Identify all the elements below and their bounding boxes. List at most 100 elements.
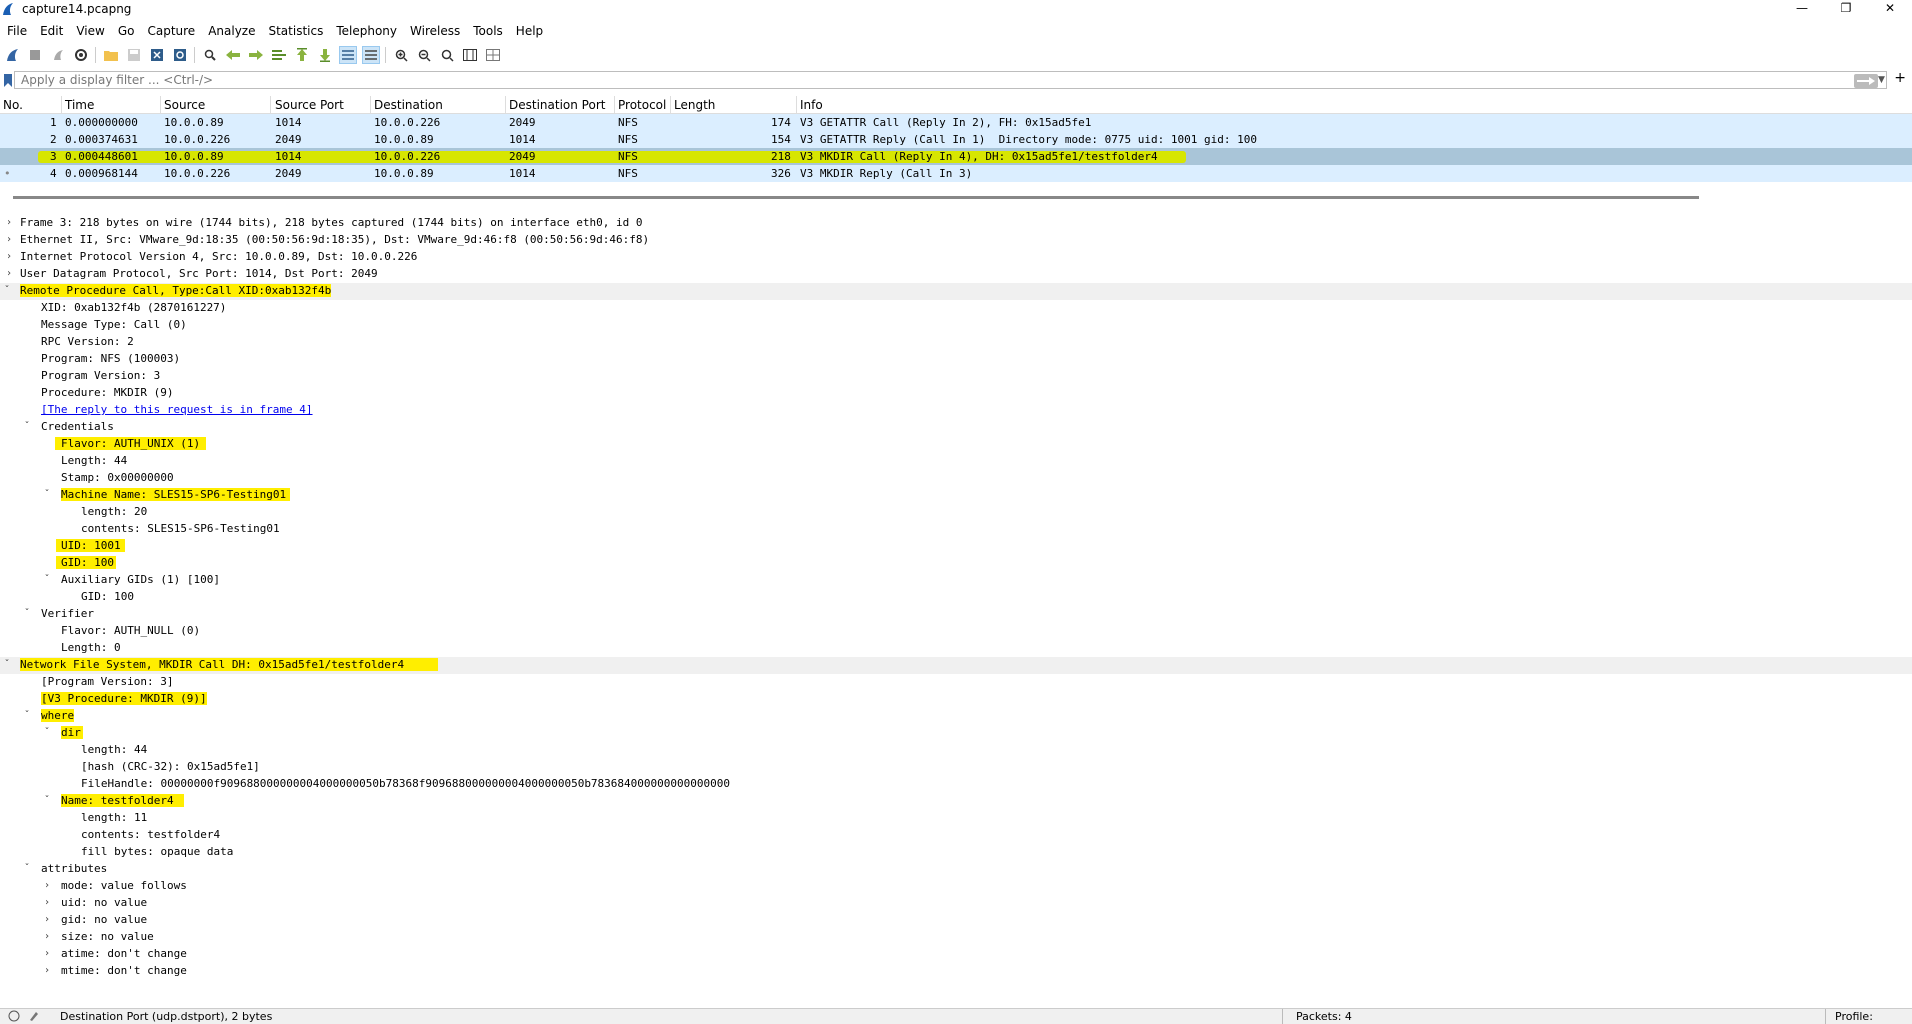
- column-no[interactable]: No.: [3, 98, 23, 112]
- tree-item[interactable]: length: 11: [0, 810, 1912, 827]
- tree-item-udp[interactable]: › User Datagram Protocol, Src Port: 1014,…: [0, 266, 1912, 283]
- tree-item-machine-name[interactable]: ˇ Machine Name: SLES15-SP6-Testing01: [0, 487, 1912, 504]
- tree-item-name[interactable]: ˇ Name: testfolder4: [0, 793, 1912, 810]
- column-protocol[interactable]: Protocol: [618, 98, 666, 112]
- tree-item[interactable]: UID: 1001: [0, 538, 1912, 555]
- menu-capture[interactable]: Capture: [140, 24, 201, 38]
- tree-item[interactable]: › mtime: don't change: [0, 963, 1912, 980]
- chevron-right-icon[interactable]: ›: [6, 217, 16, 228]
- menu-tools[interactable]: Tools: [466, 24, 509, 38]
- zoom-in-icon[interactable]: [392, 46, 410, 64]
- chevron-right-icon[interactable]: ›: [44, 965, 54, 976]
- tree-item[interactable]: [V3 Procedure: MKDIR (9)]: [0, 691, 1912, 708]
- first-icon[interactable]: [293, 46, 311, 64]
- tree-item-nfs[interactable]: ˇ Network File System, MKDIR Call DH: 0x1…: [0, 657, 1912, 674]
- tree-item[interactable]: XID: 0xab132f4b (2870161227): [0, 300, 1912, 317]
- chevron-right-icon[interactable]: ›: [6, 251, 16, 262]
- zoom-normal-icon[interactable]: [438, 46, 456, 64]
- close-icon[interactable]: ✕: [1868, 0, 1912, 16]
- restart-icon[interactable]: [49, 46, 67, 64]
- tree-item-frame[interactable]: › Frame 3: 218 bytes on wire (1744 bits),…: [0, 215, 1912, 232]
- tree-item[interactable]: Length: 0: [0, 640, 1912, 657]
- status-profile[interactable]: Profile: Default: [1835, 1010, 1912, 1024]
- last-icon[interactable]: [316, 46, 334, 64]
- tree-item[interactable]: fill bytes: opaque data: [0, 844, 1912, 861]
- tree-item-aux-gids[interactable]: ˇ Auxiliary GIDs (1) [100]: [0, 572, 1912, 589]
- chevron-down-icon[interactable]: ▼: [1878, 75, 1886, 85]
- find-icon[interactable]: [201, 46, 219, 64]
- tree-item-dir[interactable]: ˇ dir: [0, 725, 1912, 742]
- tree-item-reply-link[interactable]: [The reply to this request is in frame 4…: [0, 402, 1912, 419]
- chevron-down-icon[interactable]: ˇ: [4, 659, 14, 670]
- tree-item[interactable]: Flavor: AUTH_NULL (0): [0, 623, 1912, 640]
- chevron-down-icon[interactable]: ˇ: [4, 285, 14, 296]
- tree-item[interactable]: [Program Version: 3]: [0, 674, 1912, 691]
- column-info[interactable]: Info: [800, 98, 823, 112]
- tree-item[interactable]: Program: NFS (100003): [0, 351, 1912, 368]
- save-icon[interactable]: [125, 46, 143, 64]
- chevron-down-icon[interactable]: ˇ: [44, 727, 54, 738]
- tree-item[interactable]: › mode: value follows: [0, 878, 1912, 895]
- tree-item-attributes[interactable]: ˇ attributes: [0, 861, 1912, 878]
- packet-list-scrollbar[interactable]: [13, 196, 1699, 199]
- packet-row[interactable]: 2 0.000374631 10.0.0.226 2049 10.0.0.89 …: [0, 131, 1912, 148]
- restore-icon[interactable]: ❐: [1824, 0, 1868, 16]
- tree-item[interactable]: › gid: no value: [0, 912, 1912, 929]
- resize-columns-icon[interactable]: [461, 46, 479, 64]
- chevron-down-icon[interactable]: ˇ: [44, 574, 54, 585]
- stop-icon[interactable]: [26, 46, 44, 64]
- tree-item[interactable]: Procedure: MKDIR (9): [0, 385, 1912, 402]
- chevron-right-icon[interactable]: ›: [44, 897, 54, 908]
- packet-row[interactable]: 1 0.000000000 10.0.0.89 1014 10.0.0.226 …: [0, 114, 1912, 131]
- menu-analyze[interactable]: Analyze: [201, 24, 261, 38]
- edit-icon[interactable]: [28, 1010, 40, 1024]
- tree-item[interactable]: Program Version: 3: [0, 368, 1912, 385]
- chevron-right-icon[interactable]: ›: [44, 914, 54, 925]
- chevron-down-icon[interactable]: ˇ: [24, 421, 34, 432]
- tree-item[interactable]: Message Type: Call (0): [0, 317, 1912, 334]
- chevron-right-icon[interactable]: ›: [6, 234, 16, 245]
- bookmark-icon[interactable]: [2, 72, 14, 88]
- chevron-right-icon[interactable]: ›: [44, 931, 54, 942]
- tree-item[interactable]: › atime: don't change: [0, 946, 1912, 963]
- chevron-right-icon[interactable]: ›: [44, 948, 54, 959]
- menu-statistics[interactable]: Statistics: [261, 24, 329, 38]
- packet-row-selected[interactable]: 3 0.000448601 10.0.0.89 1014 10.0.0.226 …: [0, 148, 1912, 165]
- tree-item-where[interactable]: ˇ where: [0, 708, 1912, 725]
- menu-view[interactable]: View: [69, 24, 110, 38]
- chevron-down-icon[interactable]: ˇ: [24, 608, 34, 619]
- column-destination-port[interactable]: Destination Port: [509, 98, 605, 112]
- menu-file[interactable]: File: [0, 24, 33, 38]
- packet-row[interactable]: • 4 0.000968144 10.0.0.226 2049 10.0.0.8…: [0, 165, 1912, 182]
- tree-item[interactable]: › uid: no value: [0, 895, 1912, 912]
- reload-icon[interactable]: [171, 46, 189, 64]
- add-filter-button[interactable]: +: [1894, 70, 1906, 86]
- menu-edit[interactable]: Edit: [33, 24, 69, 38]
- open-icon[interactable]: [102, 46, 120, 64]
- colorize-icon[interactable]: [362, 46, 380, 64]
- chevron-down-icon[interactable]: ˇ: [24, 863, 34, 874]
- tree-item[interactable]: RPC Version: 2: [0, 334, 1912, 351]
- tree-item[interactable]: GID: 100: [0, 555, 1912, 572]
- chevron-down-icon[interactable]: ˇ: [44, 489, 54, 500]
- chevron-down-icon[interactable]: ˇ: [44, 795, 54, 806]
- display-filter-input[interactable]: Apply a display filter ... <Ctrl-/> ▼: [14, 71, 1887, 89]
- tree-item[interactable]: Flavor: AUTH_UNIX (1): [0, 436, 1912, 453]
- back-icon[interactable]: [224, 46, 242, 64]
- tree-item[interactable]: length: 44: [0, 742, 1912, 759]
- forward-icon[interactable]: [247, 46, 265, 64]
- reply-frame-link[interactable]: [The reply to this request is in frame 4…: [41, 403, 313, 416]
- column-length[interactable]: Length: [674, 98, 715, 112]
- shark-fin-start-icon[interactable]: [3, 46, 21, 64]
- layout-icon[interactable]: [484, 46, 502, 64]
- column-destination[interactable]: Destination: [374, 98, 443, 112]
- tree-item[interactable]: Length: 44: [0, 453, 1912, 470]
- tree-item[interactable]: [hash (CRC-32): 0x15ad5fe1]: [0, 759, 1912, 776]
- tree-item-credentials[interactable]: ˇ Credentials: [0, 419, 1912, 436]
- apply-arrow-icon[interactable]: [1854, 74, 1878, 88]
- column-time[interactable]: Time: [65, 98, 94, 112]
- close-file-icon[interactable]: [148, 46, 166, 64]
- autoscroll-icon[interactable]: [339, 46, 357, 64]
- tree-item[interactable]: contents: SLES15-SP6-Testing01: [0, 521, 1912, 538]
- minimize-icon[interactable]: —: [1780, 0, 1824, 16]
